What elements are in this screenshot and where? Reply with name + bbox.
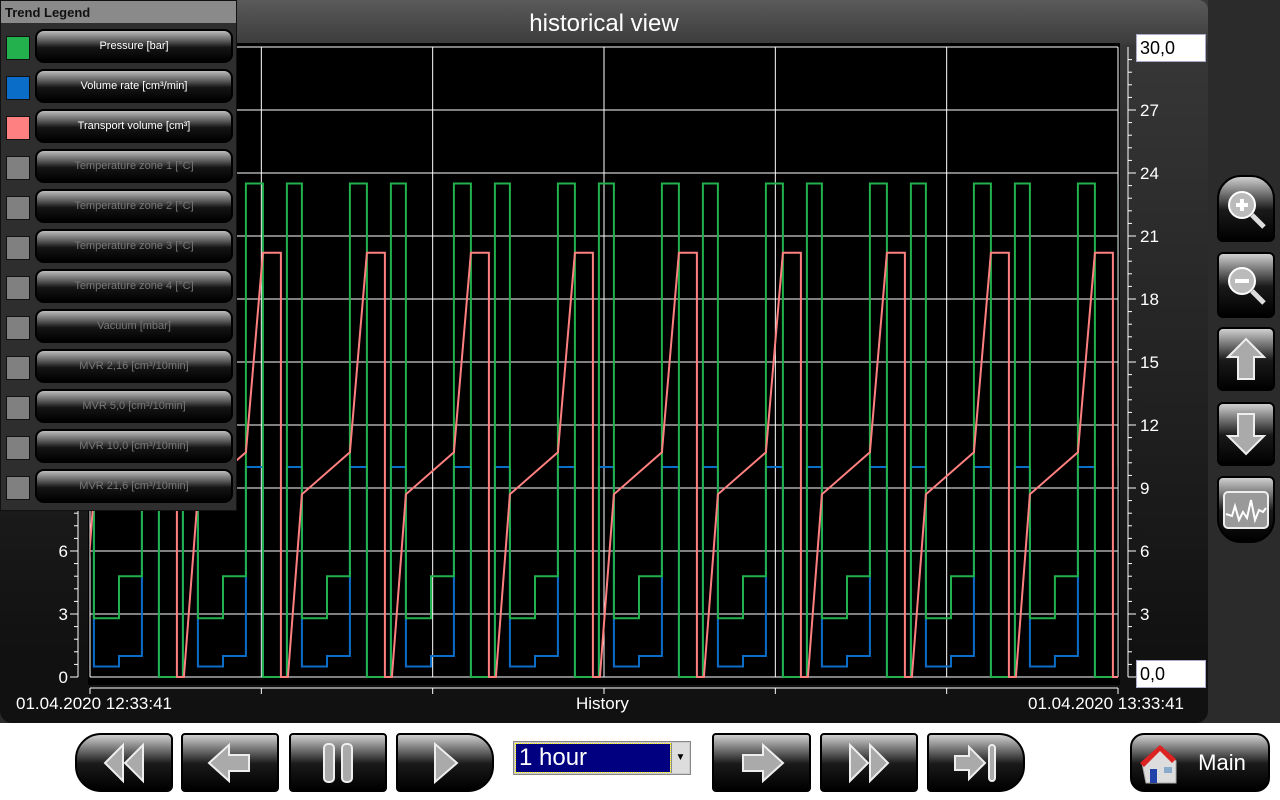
scroll-up-button[interactable] bbox=[1217, 327, 1275, 391]
legend-toggle-button[interactable]: Temperature zone 2 [°C] bbox=[35, 189, 233, 223]
legend-color-swatch bbox=[6, 436, 30, 460]
step-forward-button[interactable] bbox=[712, 733, 811, 792]
legend-color-swatch bbox=[6, 476, 30, 500]
play-button[interactable] bbox=[396, 733, 494, 792]
right-y-tick-label: 24 bbox=[1140, 164, 1159, 183]
timespan-value: 1 hour bbox=[515, 743, 671, 773]
arrow-left-icon bbox=[207, 742, 250, 783]
legend-item: Volume rate [cm³/min] bbox=[1, 69, 238, 105]
legend-item: Transport volume [cm³] bbox=[1, 109, 238, 145]
legend-color-swatch bbox=[6, 116, 30, 140]
legend-title: Trend Legend bbox=[1, 1, 236, 23]
legend-color-swatch bbox=[6, 36, 30, 60]
arrow-right-icon bbox=[741, 742, 784, 783]
play-icon bbox=[434, 741, 459, 784]
rewind-icon bbox=[103, 742, 144, 783]
trend-view-button[interactable] bbox=[1217, 476, 1275, 543]
right-y-tick-label: 3 bbox=[1140, 605, 1149, 624]
pause-button[interactable] bbox=[289, 733, 387, 792]
legend-item: Pressure [bar] bbox=[1, 29, 238, 65]
left-y-tick-label: 6 bbox=[59, 542, 68, 561]
legend-item: Temperature zone 3 [°C] bbox=[1, 229, 238, 265]
legend-toggle-button[interactable]: Vacuum [mbar] bbox=[35, 309, 233, 343]
legend-toggle-button[interactable]: Transport volume [cm³] bbox=[35, 109, 233, 143]
legend-color-swatch bbox=[6, 76, 30, 100]
jump-to-end-icon bbox=[954, 743, 996, 782]
right-y-tick-label: 27 bbox=[1140, 101, 1159, 120]
legend-color-swatch bbox=[6, 396, 30, 420]
legend-toggle-button[interactable]: Temperature zone 1 [°C] bbox=[35, 149, 233, 183]
legend-toggle-button[interactable]: Pressure [bar] bbox=[35, 29, 233, 63]
right-y-tick-label: 15 bbox=[1140, 353, 1159, 372]
legend-item: MVR 5,0 [cm³/10min] bbox=[1, 389, 238, 425]
right-y-tick-label: 21 bbox=[1140, 227, 1159, 246]
legend-color-swatch bbox=[6, 196, 30, 220]
jump-to-end-button[interactable] bbox=[927, 733, 1025, 792]
step-back-button[interactable] bbox=[181, 733, 279, 792]
left-y-tick-label: 0 bbox=[59, 668, 68, 687]
series-line-transport bbox=[90, 251, 1118, 678]
legend-toggle-button[interactable]: Temperature zone 4 [°C] bbox=[35, 269, 233, 303]
timespan-select[interactable]: 1 hour ▼ bbox=[513, 741, 691, 775]
legend-toggle-button[interactable]: Volume rate [cm³/min] bbox=[35, 69, 233, 103]
legend-color-swatch bbox=[6, 316, 30, 340]
legend-item: MVR 10,0 [cm³/10min] bbox=[1, 429, 238, 465]
right-y-tick-label: 6 bbox=[1140, 542, 1149, 561]
series-line-pressure bbox=[90, 182, 1118, 678]
home-icon bbox=[1140, 745, 1177, 784]
trend-chart-icon bbox=[1223, 490, 1269, 529]
fast-forward-icon bbox=[849, 742, 890, 783]
zoom-in-icon bbox=[1228, 190, 1266, 229]
legend-toggle-button[interactable]: MVR 10,0 [cm³/10min] bbox=[35, 429, 233, 463]
legend-item: Vacuum [mbar] bbox=[1, 309, 238, 345]
legend-item: MVR 2,16 [cm³/10min] bbox=[1, 349, 238, 385]
legend-item: MVR 21,6 [cm³/10min] bbox=[1, 469, 238, 505]
left-y-tick-label: 3 bbox=[59, 605, 68, 624]
legend-toggle-button[interactable]: MVR 2,16 [cm³/10min] bbox=[35, 349, 233, 383]
legend-item: Temperature zone 2 [°C] bbox=[1, 189, 238, 225]
legend-item: Temperature zone 4 [°C] bbox=[1, 269, 238, 305]
zoom-out-button[interactable] bbox=[1217, 252, 1275, 318]
legend-color-swatch bbox=[6, 236, 30, 260]
right-y-tick-label: 9 bbox=[1140, 479, 1149, 498]
arrow-down-icon bbox=[1225, 413, 1267, 456]
right-y-tick-label: 12 bbox=[1140, 416, 1159, 435]
legend-toggle-button[interactable]: MVR 21,6 [cm³/10min] bbox=[35, 469, 233, 503]
legend-toggle-button[interactable]: MVR 5,0 [cm³/10min] bbox=[35, 389, 233, 423]
scroll-down-button[interactable] bbox=[1217, 402, 1275, 466]
rewind-button[interactable] bbox=[75, 733, 173, 792]
legend-toggle-button[interactable]: Temperature zone 3 [°C] bbox=[35, 229, 233, 263]
zoom-in-button[interactable] bbox=[1217, 175, 1275, 242]
chevron-down-icon[interactable]: ▼ bbox=[671, 743, 689, 773]
legend-color-swatch bbox=[6, 356, 30, 380]
pause-icon bbox=[323, 742, 353, 783]
trend-legend: Trend Legend Pressure [bar] Volume rate [… bbox=[0, 0, 237, 511]
main-button[interactable]: Main bbox=[1130, 733, 1270, 792]
right-y-tick-label: 18 bbox=[1140, 290, 1159, 309]
arrow-up-icon bbox=[1225, 337, 1267, 380]
zoom-out-icon bbox=[1228, 267, 1266, 305]
legend-color-swatch bbox=[6, 276, 30, 300]
legend-item: Temperature zone 1 [°C] bbox=[1, 149, 238, 185]
series-line-volume bbox=[90, 466, 1118, 678]
fast-forward-button[interactable] bbox=[820, 733, 918, 792]
main-button-label: Main bbox=[1198, 749, 1246, 775]
legend-color-swatch bbox=[6, 156, 30, 180]
